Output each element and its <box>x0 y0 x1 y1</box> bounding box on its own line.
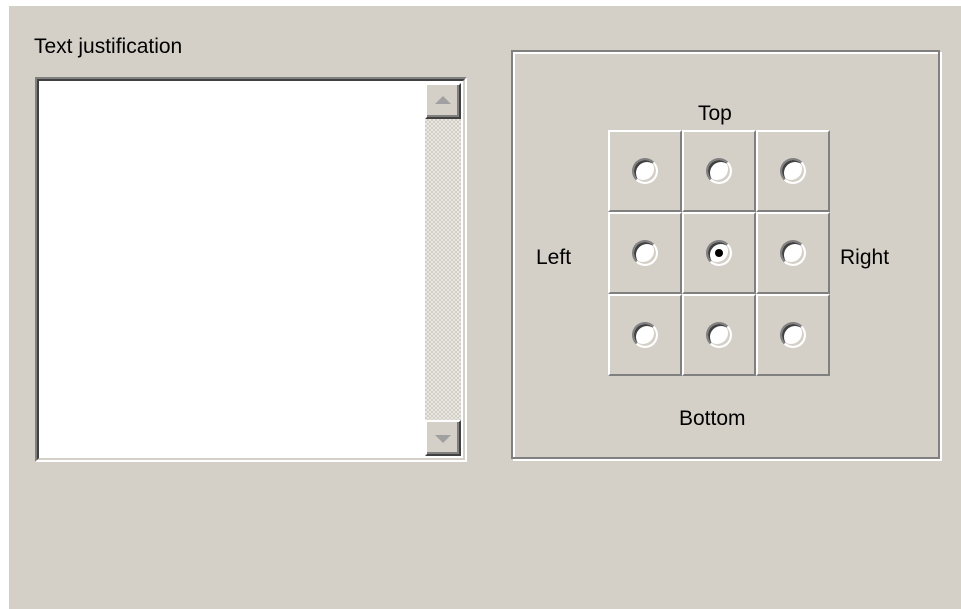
radio-top-left[interactable] <box>632 158 658 184</box>
arrow-down-icon <box>435 435 451 443</box>
cell-top-right <box>756 130 830 212</box>
bottom-label: Bottom <box>679 407 746 430</box>
cell-bottom-right <box>756 294 830 376</box>
text-input[interactable] <box>41 83 423 456</box>
arrow-up-icon <box>435 96 451 104</box>
scroll-up-button[interactable] <box>425 83 461 119</box>
vertical-scrollbar[interactable] <box>425 83 461 456</box>
radio-middle-center[interactable] <box>706 240 732 266</box>
top-label: Top <box>698 102 732 125</box>
group-title: Text justification <box>30 35 187 59</box>
radio-bottom-right[interactable] <box>780 322 806 348</box>
radio-top-center[interactable] <box>706 158 732 184</box>
scroll-down-button[interactable] <box>425 420 461 456</box>
cell-middle-right <box>756 212 830 294</box>
cell-bottom-left <box>608 294 682 376</box>
radio-middle-right[interactable] <box>780 240 806 266</box>
right-label: Right <box>840 246 890 269</box>
alignment-grid <box>608 130 830 376</box>
cell-bottom-center <box>682 294 756 376</box>
cell-top-center <box>682 130 756 212</box>
radio-bottom-left[interactable] <box>632 322 658 348</box>
cell-middle-center <box>682 212 756 294</box>
text-area-frame <box>35 77 467 462</box>
left-label: Left <box>536 246 572 269</box>
cell-middle-left <box>608 212 682 294</box>
radio-dot-icon <box>715 249 723 257</box>
radio-middle-left[interactable] <box>632 240 658 266</box>
cell-top-left <box>608 130 682 212</box>
radio-top-right[interactable] <box>780 158 806 184</box>
radio-bottom-center[interactable] <box>706 322 732 348</box>
text-justification-dialog: Enter text: Text justification Top Left … <box>9 6 961 609</box>
